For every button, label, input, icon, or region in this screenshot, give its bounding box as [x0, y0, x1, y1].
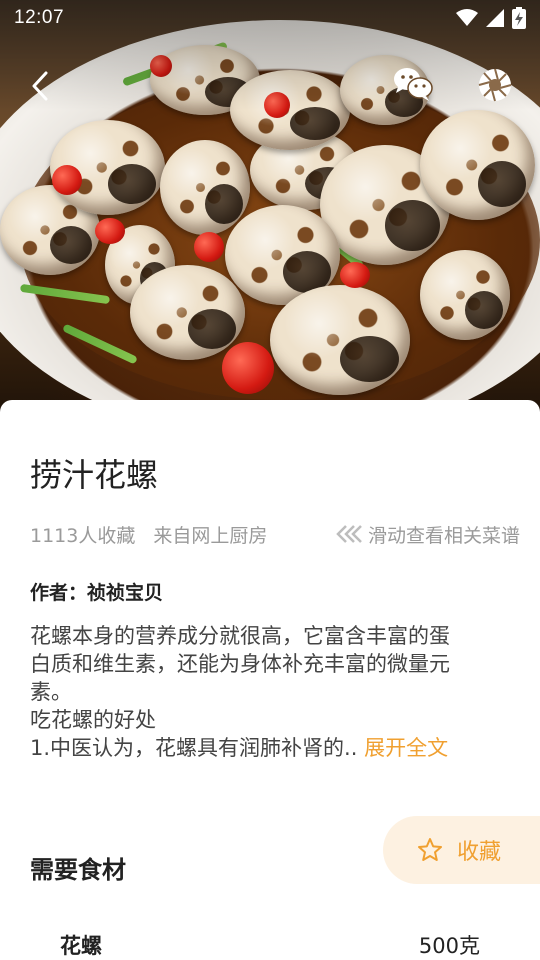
camera-button[interactable]	[476, 66, 514, 104]
back-button[interactable]	[22, 68, 58, 104]
chili	[222, 342, 274, 394]
chili	[340, 262, 370, 288]
camera-aperture-icon	[478, 68, 512, 102]
favorite-button[interactable]: 收藏	[383, 816, 540, 884]
ingredients-section-title: 需要食材	[30, 856, 126, 884]
star-outline-icon	[418, 838, 442, 861]
wechat-share-button[interactable]	[393, 66, 433, 102]
chili	[52, 165, 82, 195]
description-last-line: 1.中医认为，花螺具有润肺补肾的.. 展开全文	[30, 734, 518, 762]
ingredient-amount: 500克	[418, 934, 480, 958]
description-line: 花螺本身的营养成分就很高，它富含丰富的蛋	[30, 624, 450, 648]
swipe-hint-label: 滑动查看相关菜谱	[367, 524, 520, 547]
expand-full-text-link[interactable]: 展开全文	[364, 736, 448, 760]
wechat-icon	[394, 68, 433, 101]
recipe-source: 来自网上厨房	[153, 524, 268, 547]
description-line: 吃花螺的好处	[30, 708, 156, 732]
chili	[194, 232, 224, 262]
author-label: 作者：	[30, 582, 88, 604]
status-icons	[456, 7, 526, 29]
chili	[95, 218, 125, 244]
recipe-title: 捞汁花螺	[30, 456, 159, 494]
recipe-description: 花螺本身的营养成分就很高，它富含丰富的蛋 白质和维生素，还能为身体补充丰富的微量…	[30, 622, 518, 762]
snail	[420, 110, 535, 220]
recipe-meta-row: 1113人收藏 来自网上厨房 滑动查看相关菜谱	[30, 520, 520, 548]
favorite-count: 1113人收藏	[30, 524, 136, 547]
ingredient-row: 花螺 500克	[60, 930, 480, 960]
snail	[130, 265, 245, 360]
author-row: 作者： 祯祯宝贝	[30, 578, 163, 605]
swipe-related-recipes[interactable]: 滑动查看相关菜谱	[334, 521, 520, 548]
favorite-button-label: 收藏	[457, 840, 502, 865]
cellular-signal-icon	[486, 9, 504, 27]
status-time: 12:07	[14, 7, 65, 28]
battery-charging-icon	[512, 7, 526, 29]
description-line: 素。	[30, 680, 72, 704]
description-line: 白质和维生素，还能为身体补充丰富的微量元	[30, 652, 450, 676]
author-name[interactable]: 祯祯宝贝	[87, 578, 163, 605]
wifi-icon	[456, 9, 478, 26]
ingredient-name: 花螺	[60, 934, 102, 958]
back-chevron-icon	[32, 71, 48, 101]
snail	[420, 250, 510, 340]
recipe-hero-image	[0, 0, 540, 420]
snail	[270, 285, 410, 395]
description-line: 1.中医认为，花螺具有润肺补肾的..	[30, 736, 358, 760]
double-chevron-left-icon	[336, 525, 362, 543]
status-bar: 12:07	[0, 0, 540, 36]
snail	[160, 140, 250, 235]
